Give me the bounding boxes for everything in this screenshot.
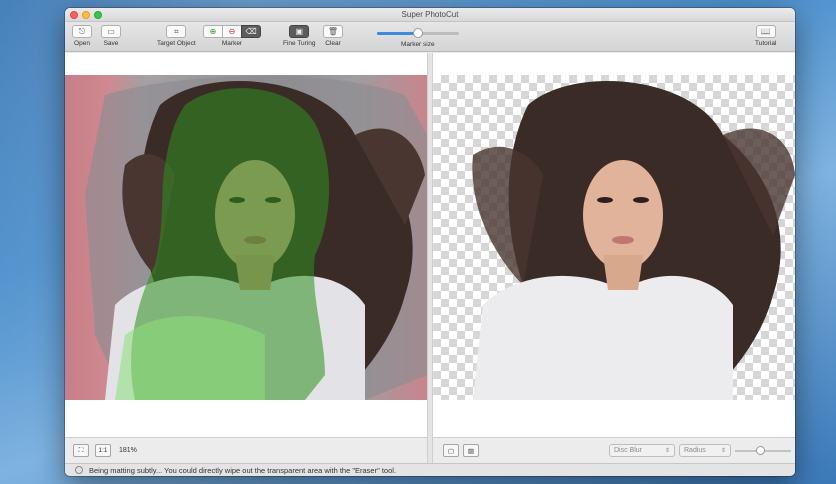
clear-tool[interactable]: 🗑 Clear: [323, 25, 343, 47]
open-label: Open: [74, 40, 90, 47]
window-title: Super PhotoCut: [401, 10, 459, 19]
app-window: Super PhotoCut ⎋ Open ▭ Save ⌗ Target Ob…: [65, 8, 795, 476]
marker-label: Marker: [221, 40, 243, 47]
blur-type-select[interactable]: Disc Blur ⇕: [609, 444, 675, 457]
save-icon: ▭: [101, 25, 121, 38]
blur-type-value: Disc Blur: [614, 447, 643, 454]
fine-tuning-tool[interactable]: ▣ Fine Turing: [283, 25, 316, 47]
workspace: ⛶ 1:1 181% ▢ ▨ Disc Blur ⇕ Radius ⇕: [65, 53, 795, 463]
zoom-window-button[interactable]: [94, 11, 102, 19]
marker-segmented-control: ⊕ ⊖ ⌫: [203, 25, 261, 38]
blur-type-chevron-icon: ⇕: [664, 448, 670, 454]
title-bar: Super PhotoCut: [65, 8, 795, 22]
tutorial-tool[interactable]: 📖 Tutorial: [755, 25, 776, 47]
eraser-icon[interactable]: ⌫: [241, 25, 261, 38]
radius-slider-knob[interactable]: [756, 446, 766, 455]
marker-size-knob[interactable]: [413, 28, 423, 38]
radius-select[interactable]: Radius ⇕: [679, 444, 731, 457]
target-object-tool[interactable]: ⌗ Target Object: [157, 25, 196, 47]
background-image-icon[interactable]: ▨: [463, 444, 479, 457]
radius-value: Radius: [684, 447, 706, 454]
open-tool[interactable]: ⎋ Open: [72, 25, 92, 47]
marker-size-slider[interactable]: [377, 28, 459, 38]
add-marker-icon[interactable]: ⊕: [203, 25, 223, 38]
source-footer: ⛶ 1:1 181%: [65, 437, 427, 463]
save-label: Save: [103, 40, 119, 47]
fine-tuning-label: Fine Turing: [283, 40, 316, 47]
target-object-label: Target Object: [157, 40, 196, 47]
close-window-button[interactable]: [70, 11, 78, 19]
actual-size-button[interactable]: 1:1: [95, 444, 111, 457]
radius-slider[interactable]: [735, 446, 791, 455]
book-icon: 📖: [755, 25, 776, 38]
tutorial-label: Tutorial: [755, 40, 777, 47]
zoom-level: 181%: [119, 447, 137, 454]
minimize-window-button[interactable]: [82, 11, 90, 19]
result-photo[interactable]: [433, 75, 795, 400]
result-photo-art: [472, 81, 795, 400]
window-controls: [70, 11, 102, 19]
save-tool[interactable]: ▭ Save: [101, 25, 121, 47]
trash-icon: 🗑: [323, 25, 343, 38]
lightbulb-icon: [75, 466, 83, 474]
status-bar: Being matting subtly... You could direct…: [65, 463, 795, 476]
fine-tuning-icon: ▣: [289, 25, 310, 38]
source-canvas[interactable]: [65, 53, 427, 437]
marker-size-label: Marker size: [401, 41, 435, 48]
fit-to-window-icon[interactable]: ⛶: [73, 444, 89, 457]
status-message: Being matting subtly... You could direct…: [89, 466, 397, 475]
marker-tool-group: ⊕ ⊖ ⌫ Marker: [203, 25, 261, 47]
crop-icon: ⌗: [166, 25, 187, 38]
open-icon: ⎋: [72, 25, 92, 38]
source-photo-art: [85, 76, 427, 400]
result-footer: ▢ ▨ Disc Blur ⇕ Radius ⇕: [433, 437, 795, 463]
source-photo[interactable]: [65, 75, 427, 400]
toolbar: ⎋ Open ▭ Save ⌗ Target Object ⊕ ⊖ ⌫ Mark…: [65, 22, 795, 52]
remove-marker-icon[interactable]: ⊖: [222, 25, 242, 38]
marker-size-fill: [377, 32, 418, 35]
radius-chevron-icon: ⇕: [720, 448, 726, 454]
result-canvas[interactable]: [433, 53, 795, 437]
clear-label: Clear: [325, 40, 341, 47]
background-color-icon[interactable]: ▢: [443, 444, 459, 457]
